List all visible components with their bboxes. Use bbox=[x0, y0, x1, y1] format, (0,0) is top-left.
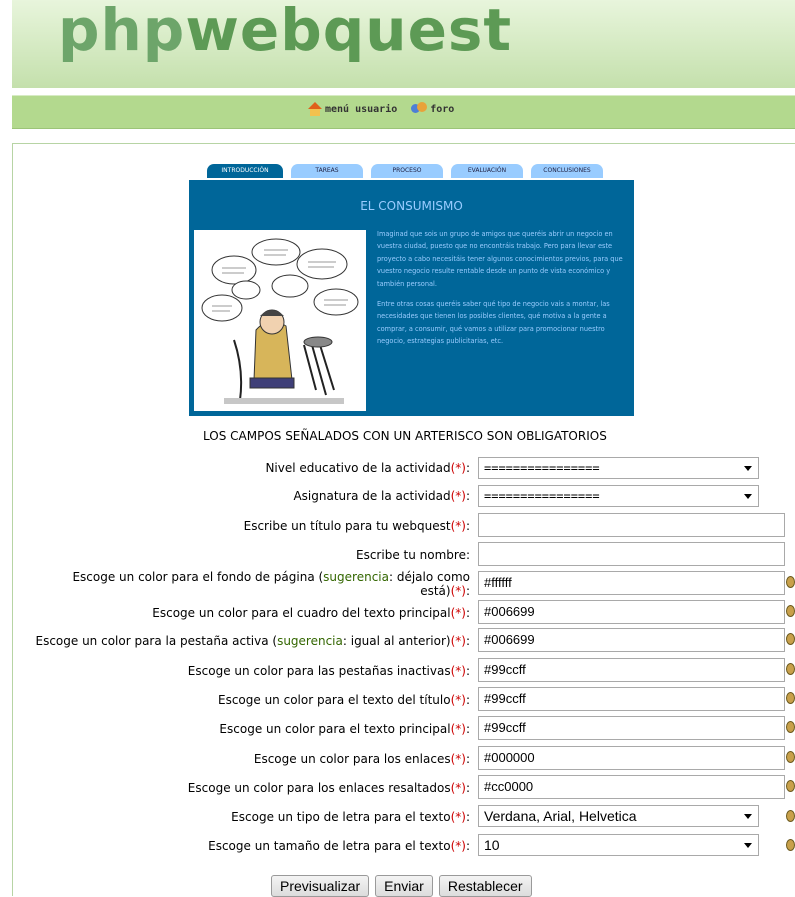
texto-titulo-input[interactable]: #99ccff bbox=[478, 687, 785, 711]
enlaces-resaltados-input[interactable]: #cc0000 bbox=[478, 775, 785, 799]
tab-evaluacion[interactable]: EVALUACIÓN bbox=[451, 164, 523, 178]
reset-button[interactable]: Restablecer bbox=[438, 875, 532, 897]
site-logo[interactable]: phpwebquest bbox=[58, 0, 512, 64]
titulo-label: Escribe un título para tu webquest(*): bbox=[243, 519, 470, 533]
chevron-down-icon bbox=[744, 843, 752, 848]
home-icon bbox=[308, 102, 322, 116]
palette-icon[interactable] bbox=[786, 633, 795, 647]
pestanas-inactivas-input[interactable]: #99ccff bbox=[478, 658, 785, 682]
menu-usuario-label: menú usuario bbox=[325, 103, 398, 115]
preview-illustration bbox=[194, 230, 366, 411]
palette-icon[interactable] bbox=[786, 692, 795, 706]
tamano-letra-label: Escoge un tamaño de letra para el texto(… bbox=[208, 839, 470, 853]
preview-paragraph-1: Imaginad que sois un grupo de amigos que… bbox=[377, 230, 623, 288]
asignatura-label: Asignatura de la actividad(*): bbox=[293, 489, 470, 503]
tab-proceso[interactable]: PROCESO bbox=[371, 164, 443, 178]
palette-icon[interactable] bbox=[786, 751, 795, 765]
tab-conclusiones[interactable]: CONCLUSIONES bbox=[531, 164, 603, 178]
palette-icon[interactable] bbox=[786, 663, 795, 677]
titulo-input[interactable] bbox=[478, 513, 785, 537]
preview-text: Imaginad que sois un grupo de amigos que… bbox=[377, 228, 627, 356]
menu-usuario-link[interactable]: menú usuario bbox=[308, 102, 397, 116]
preview-tabs: INTRODUCCIÓN TAREAS PROCESO EVALUACIÓN C… bbox=[207, 164, 611, 178]
texto-principal-input[interactable]: #99ccff bbox=[478, 716, 785, 740]
preview-title: EL CONSUMISMO bbox=[360, 199, 463, 213]
nivel-select[interactable]: ================ bbox=[478, 457, 759, 479]
pestanas-inactivas-label: Escoge un color para las pestañas inacti… bbox=[187, 664, 470, 678]
palette-icon[interactable] bbox=[786, 839, 795, 853]
palette-icon[interactable] bbox=[786, 721, 795, 735]
texto-titulo-label: Escoge un color para el texto del título… bbox=[217, 693, 470, 707]
nombre-label: Escribe tu nombre: bbox=[356, 548, 470, 562]
tipo-letra-label: Escoge un tipo de letra para el texto(*)… bbox=[231, 810, 470, 824]
chevron-down-icon bbox=[744, 814, 752, 819]
cuadro-label: Escoge un color para el cuadro del texto… bbox=[152, 606, 470, 620]
navigation-bar: menú usuario foro bbox=[12, 95, 795, 129]
fondo-color-input[interactable]: #ffffff bbox=[478, 571, 785, 595]
required-fields-note: LOS CAMPOS SEÑALADOS CON UN ARTERISCO SO… bbox=[203, 429, 607, 443]
palette-icon[interactable] bbox=[786, 780, 795, 794]
tab-tareas[interactable]: TAREAS bbox=[291, 164, 363, 178]
palette-icon[interactable] bbox=[786, 576, 795, 590]
cuadro-color-input[interactable]: #006699 bbox=[478, 600, 785, 624]
nivel-label: Nivel educativo de la actividad(*): bbox=[265, 461, 470, 475]
chevron-down-icon bbox=[744, 466, 752, 471]
enlaces-resaltados-label: Escoge un color para los enlaces resalta… bbox=[187, 781, 470, 795]
nombre-input[interactable] bbox=[478, 542, 785, 566]
fondo-label: Escoge un color para el fondo de página … bbox=[72, 570, 470, 598]
enlaces-input[interactable]: #000000 bbox=[478, 746, 785, 770]
asignatura-select[interactable]: ================ bbox=[478, 485, 759, 507]
forum-icon bbox=[411, 102, 428, 116]
tipo-letra-select[interactable]: Verdana, Arial, Helvetica bbox=[478, 805, 759, 827]
foro-label: foro bbox=[430, 103, 455, 115]
form-buttons: Previsualizar Enviar Restablecer bbox=[271, 875, 538, 897]
tab-introduccion[interactable]: INTRODUCCIÓN bbox=[207, 164, 283, 178]
palette-icon[interactable] bbox=[786, 605, 795, 619]
preview-paragraph-2: Entre otras cosas queréis saber qué tipo… bbox=[377, 300, 610, 346]
tamano-letra-select[interactable]: 10 bbox=[478, 834, 759, 856]
pestana-activa-input[interactable]: #006699 bbox=[478, 628, 785, 652]
chevron-down-icon bbox=[744, 494, 752, 499]
pestana-activa-label: Escoge un color para la pestaña activa (… bbox=[35, 634, 470, 648]
preview-button[interactable]: Previsualizar bbox=[271, 875, 370, 897]
enlaces-label: Escoge un color para los enlaces(*): bbox=[253, 752, 470, 766]
foro-link[interactable]: foro bbox=[411, 102, 454, 116]
palette-icon[interactable] bbox=[786, 810, 795, 824]
texto-principal-label: Escoge un color para el texto principal(… bbox=[219, 722, 470, 736]
webquest-preview: EL CONSUMISMO Imaginad que sois un grupo… bbox=[189, 180, 634, 416]
send-button[interactable]: Enviar bbox=[375, 875, 433, 897]
